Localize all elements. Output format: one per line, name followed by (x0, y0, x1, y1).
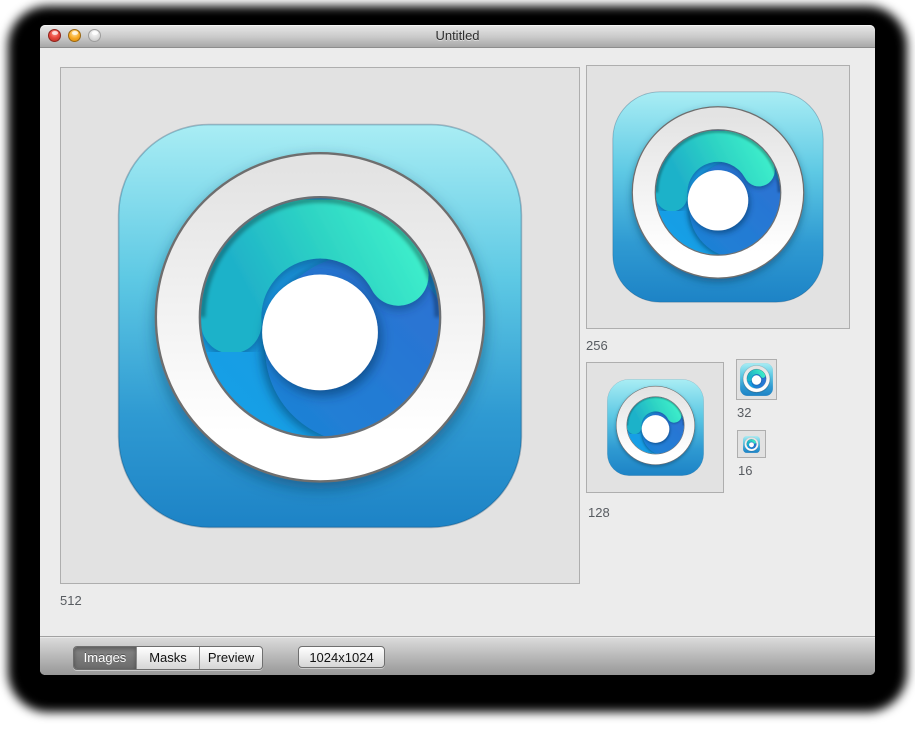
image-well-256[interactable] (586, 65, 850, 329)
app-icon-preview-512 (117, 123, 523, 529)
tab-images[interactable]: Images (74, 647, 137, 669)
image-well-512[interactable] (60, 67, 580, 584)
tab-masks[interactable]: Masks (137, 647, 200, 669)
size-label-32: 32 (737, 405, 751, 420)
view-mode-segmented-control: Images Masks Preview (73, 646, 263, 670)
app-icon-preview-32 (740, 363, 773, 396)
size-label-128: 128 (588, 505, 610, 520)
size-label-512: 512 (60, 593, 82, 608)
image-well-128[interactable] (586, 362, 724, 493)
window-title: Untitled (40, 25, 875, 47)
app-icon-preview-256 (612, 91, 824, 303)
bottom-toolbar: Images Masks Preview 1024x1024 (40, 636, 875, 675)
app-icon-preview-16 (743, 436, 760, 453)
tab-preview[interactable]: Preview (200, 647, 262, 669)
app-icon-preview-128 (607, 379, 704, 476)
size-label-16: 16 (738, 463, 752, 478)
image-well-16[interactable] (737, 430, 766, 458)
titlebar[interactable]: Untitled (40, 25, 875, 48)
size-1024-button[interactable]: 1024x1024 (298, 646, 385, 668)
image-well-32[interactable] (736, 359, 777, 400)
app-window: Untitled 512 256 128 32 16 Images Masks … (40, 25, 875, 675)
size-label-256: 256 (586, 338, 608, 353)
